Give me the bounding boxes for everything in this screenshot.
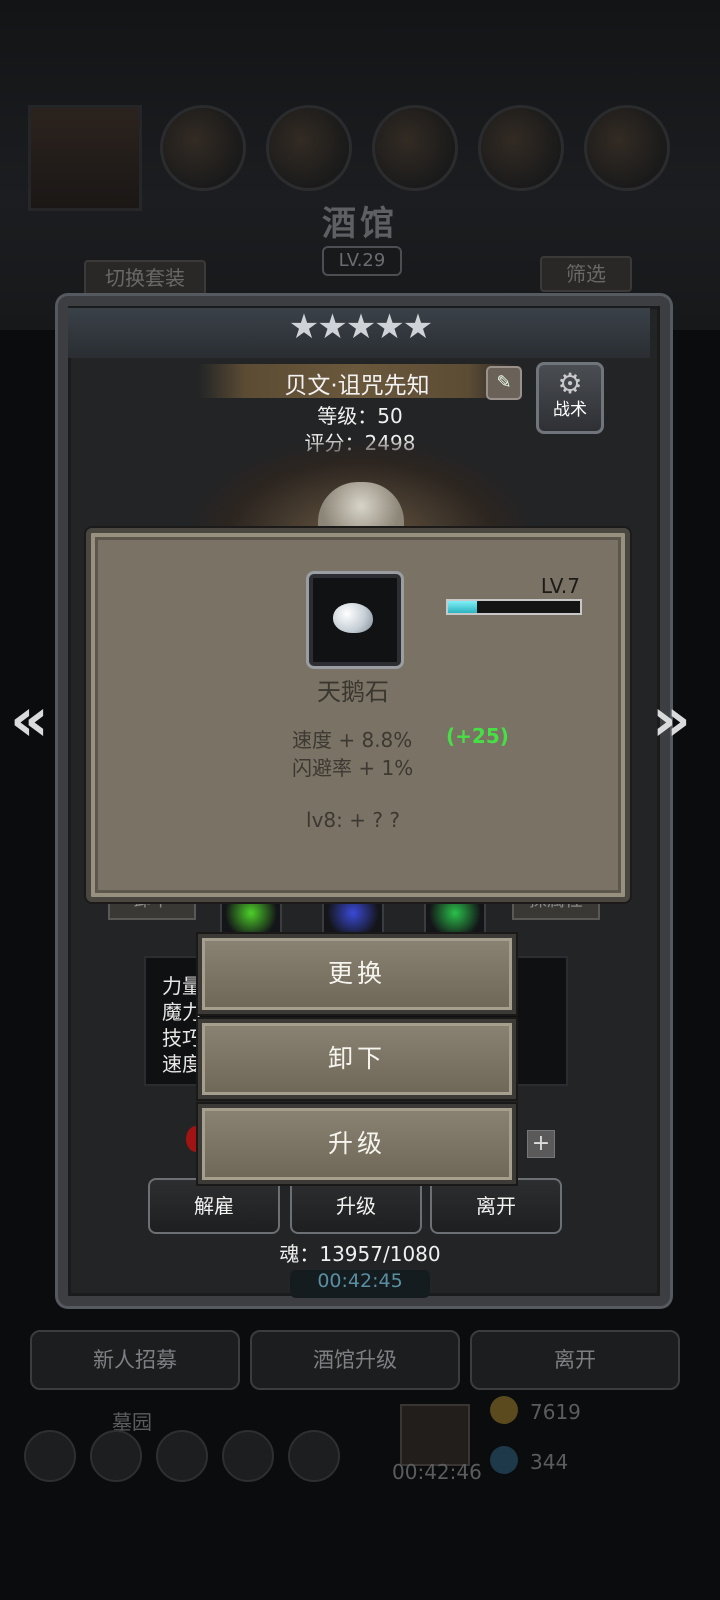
roster-avatar[interactable] — [584, 105, 670, 191]
menu-icon[interactable] — [90, 1430, 142, 1482]
attr-magic: 魔力 — [162, 1000, 202, 1024]
item-stat-bonus: (+25) — [446, 724, 509, 748]
item-stat-speed: 速度 + 8.8% — [292, 728, 413, 752]
rename-button[interactable]: ✎ — [486, 366, 522, 400]
gem-amount: 344 — [530, 1450, 569, 1474]
tavern-leave-button[interactable]: 离开 — [470, 1330, 680, 1390]
tavern-upgrade-button[interactable]: 酒馆升级 — [250, 1330, 460, 1390]
item-stat-dodge: 闪避率 + 1% — [292, 756, 414, 780]
recruit-button[interactable]: 新人招募 — [30, 1330, 240, 1390]
swan-stone-icon — [333, 603, 373, 633]
menu-icon[interactable] — [288, 1430, 340, 1482]
roster-avatar[interactable] — [372, 105, 458, 191]
pencil-icon: ✎ — [496, 372, 512, 393]
gold-amount: 7619 — [530, 1400, 581, 1424]
tavern-timer: 00:42:45 — [290, 1270, 430, 1298]
dismiss-button[interactable]: 解雇 — [148, 1178, 280, 1234]
leave-button[interactable]: 离开 — [430, 1178, 562, 1234]
attr-skill: 技巧 — [162, 1026, 202, 1050]
soul-counter: 魂：13957/1080 — [279, 1242, 441, 1266]
next-hero-icon[interactable]: » — [652, 690, 691, 750]
attr-speed: 速度 — [162, 1052, 202, 1076]
attr-strength: 力量 — [162, 974, 202, 998]
tavern-level-badge: LV.29 — [322, 246, 402, 276]
roster-avatar[interactable] — [160, 105, 246, 191]
hero-upgrade-button[interactable]: 升级 — [290, 1178, 422, 1234]
hero-roster-row — [0, 105, 720, 211]
add-button[interactable]: + — [527, 1130, 555, 1158]
hero-rarity-stars: ★★★★★ — [288, 307, 433, 347]
footer-timer: 00:42:46 — [392, 1460, 482, 1484]
item-xp-bar — [446, 599, 582, 615]
switch-outfit-button[interactable]: 切换套装 — [84, 260, 206, 296]
hero-level: 等级：50 — [317, 404, 403, 428]
item-name: 天鹅石 — [317, 678, 389, 706]
menu-icon[interactable] — [24, 1430, 76, 1482]
item-xp-fill — [448, 601, 478, 613]
tavern-title: 酒馆 — [322, 204, 398, 244]
upgrade-button[interactable]: 升级 — [198, 1104, 516, 1184]
roster-avatar[interactable] — [478, 105, 564, 191]
replace-button[interactable]: 更换 — [198, 934, 516, 1014]
menu-icon[interactable] — [222, 1430, 274, 1482]
unequip-button[interactable]: 卸下 — [198, 1019, 516, 1099]
filter-button[interactable]: 筛选 — [540, 256, 632, 292]
gift-icon[interactable] — [400, 1404, 470, 1466]
item-next-level: lv8: + ? ? — [306, 808, 400, 832]
menu-icon[interactable] — [156, 1430, 208, 1482]
previous-hero-icon[interactable]: « — [10, 690, 49, 750]
roster-avatar[interactable] — [266, 105, 352, 191]
gold-coin-icon — [490, 1396, 518, 1424]
gem-currency-icon — [490, 1446, 518, 1474]
item-level: LV.7 — [540, 574, 580, 598]
hero-name: 贝文·诅咒先知 — [284, 373, 430, 399]
